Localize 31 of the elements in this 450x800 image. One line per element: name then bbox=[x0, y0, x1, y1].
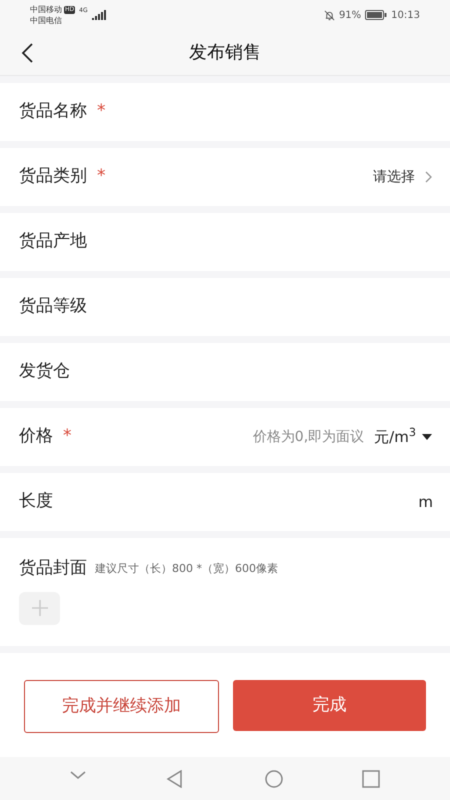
clock-time: 10:13 bbox=[391, 8, 420, 22]
field-label: 货品产地 bbox=[19, 230, 87, 254]
required-mark: * bbox=[63, 425, 72, 448]
size-hint: 建议尺寸（长）800 *（宽）600像素 bbox=[95, 560, 278, 576]
field-label: 货品等级 bbox=[19, 295, 87, 318]
battery-icon bbox=[365, 10, 388, 20]
recent-apps-icon[interactable] bbox=[361, 770, 382, 788]
field-label: 发货仓 bbox=[19, 360, 70, 384]
signal-icon bbox=[92, 10, 106, 20]
unit-label: m bbox=[418, 492, 433, 513]
field-label: 价格 bbox=[19, 425, 53, 448]
muted-bell-icon bbox=[324, 10, 335, 20]
required-mark: * bbox=[97, 100, 106, 124]
category-select[interactable]: 请选择 bbox=[373, 166, 432, 188]
carrier-name: 中国移动 bbox=[30, 4, 62, 15]
caret-icon bbox=[422, 434, 432, 440]
field-label: 货品类别 bbox=[19, 165, 87, 188]
plus-icon bbox=[30, 599, 48, 617]
field-label: 货品封面 bbox=[19, 557, 87, 580]
done-button[interactable]: 完成 bbox=[233, 680, 426, 731]
field-label: 货品名称 bbox=[19, 100, 87, 124]
continue-add-button[interactable]: 完成并继续添加 bbox=[24, 680, 219, 733]
battery-percent: 91% bbox=[338, 8, 362, 22]
chevron-icon bbox=[425, 171, 432, 183]
price-input[interactable]: 价格为0,即为面议 bbox=[214, 426, 364, 448]
carrier-name: 中国电信 bbox=[30, 15, 63, 26]
home-icon[interactable] bbox=[264, 770, 284, 788]
page-title: 发布销售 bbox=[189, 41, 261, 65]
required-mark: * bbox=[97, 165, 106, 188]
unit-dropdown[interactable]: 元/m$^{3}$ bbox=[374, 426, 432, 448]
field-label: 长度 bbox=[19, 490, 53, 514]
